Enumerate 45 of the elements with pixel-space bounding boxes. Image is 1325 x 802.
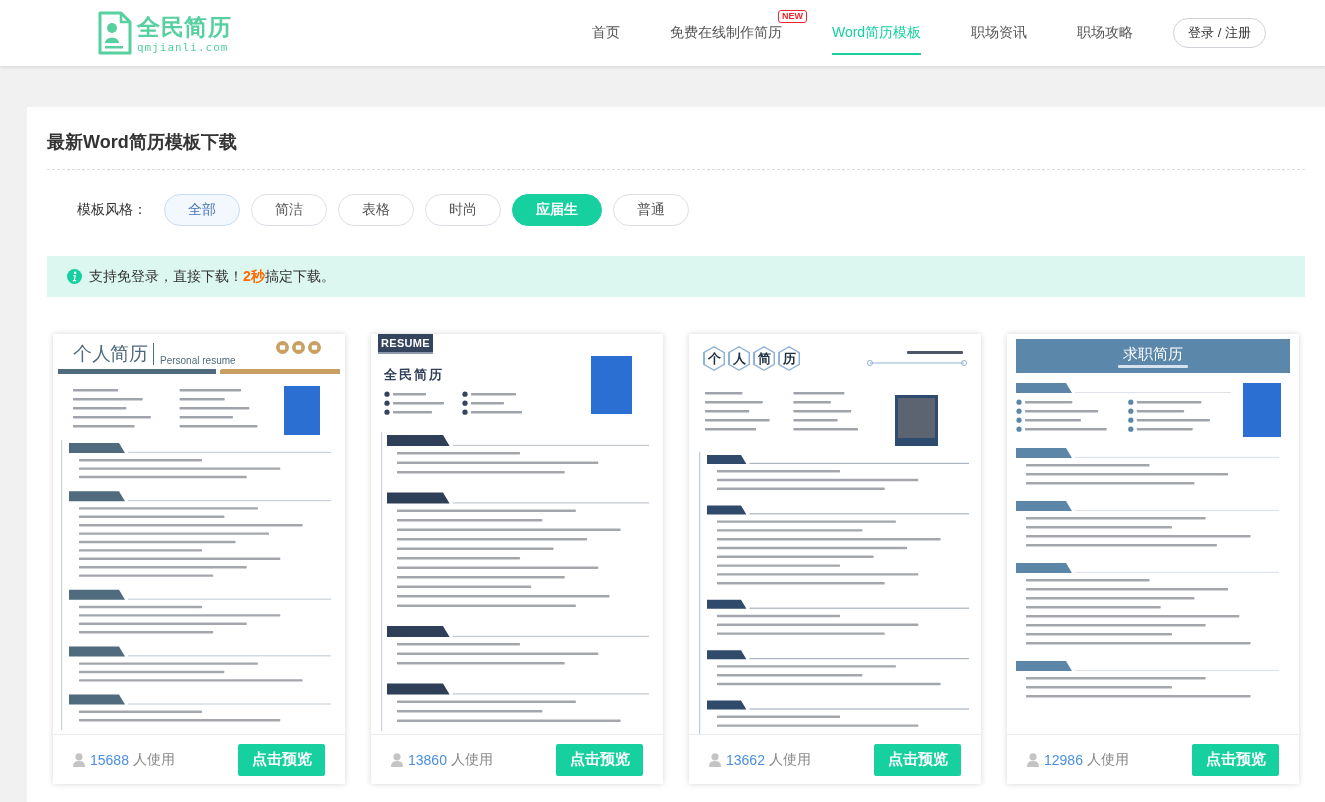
filter-option[interactable]: 简洁 xyxy=(251,194,327,226)
user-icon xyxy=(73,752,85,767)
user-icon xyxy=(1027,752,1039,767)
resume-label: RESUME xyxy=(378,334,433,354)
title-tile: 人 xyxy=(728,346,750,371)
usage-label: 人使用 xyxy=(1086,750,1129,769)
usage-count: 13662 xyxy=(726,751,765,768)
notice-text: 支持免登录，直接下载！2秒搞定下载。 xyxy=(89,267,335,286)
nav-link[interactable]: 首页 xyxy=(591,0,620,66)
resume-subtitle: Personal resume xyxy=(160,355,236,366)
nav-link[interactable]: 职场攻略 xyxy=(1077,0,1134,66)
subtitle-line-drawing xyxy=(1118,364,1188,368)
usage-label: 人使用 xyxy=(132,750,175,769)
usage-label: 人使用 xyxy=(450,750,493,769)
document-icon xyxy=(97,11,133,55)
photo-placeholder xyxy=(895,395,938,446)
user-icon xyxy=(391,752,403,767)
resume-title: 求职简历 xyxy=(1123,344,1183,362)
filter-option[interactable]: 时尚 xyxy=(425,194,501,226)
login-button[interactable]: 登录 / 注册 xyxy=(1173,18,1266,48)
photo-placeholder xyxy=(1243,383,1281,437)
photo-placeholder xyxy=(284,386,320,435)
info-icon xyxy=(67,269,82,284)
resume-title: 全民简历 xyxy=(384,366,444,384)
new-badge: NEW xyxy=(777,10,807,23)
filter-option[interactable]: 普通 xyxy=(613,194,689,226)
filter-option[interactable]: 全部 xyxy=(164,194,240,226)
resume-title: 个人简历 xyxy=(73,342,147,366)
round-icon xyxy=(292,341,305,354)
filter-label: 模板风格： xyxy=(77,201,147,219)
title-tile: 历 xyxy=(778,346,800,371)
user-icon xyxy=(709,752,721,767)
logo-domain: qmjianli.com xyxy=(137,40,229,54)
photo-placeholder xyxy=(591,356,632,414)
usage-count: 13860 xyxy=(408,751,447,768)
round-icon xyxy=(276,341,289,354)
usage-label: 人使用 xyxy=(768,750,811,769)
round-icon xyxy=(308,341,321,354)
nav-link[interactable]: 职场资讯 xyxy=(971,0,1028,66)
usage-count: 15688 xyxy=(90,751,129,768)
filter-option[interactable]: 表格 xyxy=(338,194,414,226)
usage-count: 12986 xyxy=(1044,751,1083,768)
title-tile: 简 xyxy=(753,346,775,371)
title-tile: 个 xyxy=(703,346,725,371)
section-title: 最新Word简历模板下载 xyxy=(47,107,1305,170)
